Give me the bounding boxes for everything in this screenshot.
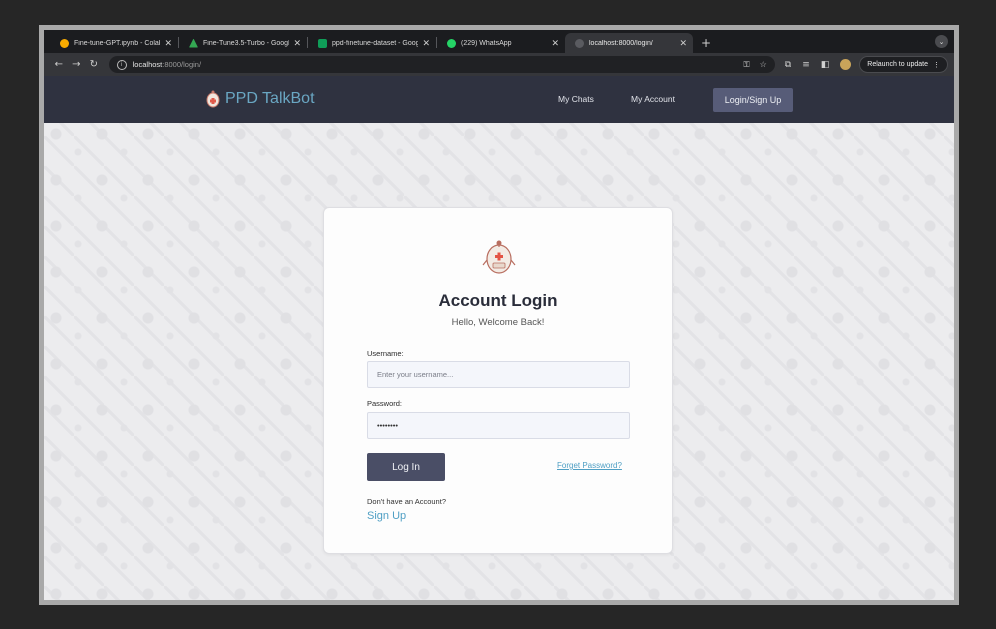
no-account-text: Don't have an Account? xyxy=(367,497,446,506)
tab-colab[interactable]: Fine-tune-GPT.ipynb - Colab ✕ xyxy=(50,33,178,53)
robot-logo-icon xyxy=(206,90,220,108)
username-input[interactable] xyxy=(367,361,630,388)
tab-title: (229) WhatsApp xyxy=(461,39,512,47)
tab-sheets[interactable]: ppd-finetune-dataset - Goog ✕ xyxy=(308,33,436,53)
brand[interactable]: PPD TalkBot xyxy=(206,90,315,108)
page-viewport: PPD TalkBot My Chats My Account Login/Si… xyxy=(44,76,954,600)
site-info-icon[interactable]: i xyxy=(116,59,127,70)
brand-name: PPD TalkBot xyxy=(225,90,315,107)
username-label: Username: xyxy=(367,349,404,358)
app-navbar: PPD TalkBot My Chats My Account Login/Si… xyxy=(44,76,954,123)
drive-icon xyxy=(189,38,198,48)
tab-title: Fine-tune-GPT.ipynb - Colab xyxy=(74,39,161,47)
new-tab-button[interactable]: + xyxy=(701,36,711,50)
password-label: Password: xyxy=(367,399,403,408)
more-vert-icon: ⋮ xyxy=(933,61,940,69)
star-icon[interactable]: ☆ xyxy=(760,60,767,70)
extensions-icon[interactable]: ⧉ xyxy=(785,60,791,70)
tab-title: ppd-finetune-dataset - Goog xyxy=(332,39,419,47)
whatsapp-icon xyxy=(447,38,456,48)
browser-window: Fine-tune-GPT.ipynb - Colab ✕ Fine-Tune3… xyxy=(44,30,954,600)
sign-up-link[interactable]: Sign Up xyxy=(367,510,406,522)
forgot-password-link[interactable]: Forget Password? xyxy=(557,461,622,470)
tab-title: Fine-Tune3.5-Turbo - Google xyxy=(203,39,290,47)
close-icon[interactable]: ✕ xyxy=(679,38,687,49)
reload-icon[interactable]: ↻ xyxy=(85,59,103,70)
profile-avatar-icon[interactable] xyxy=(840,59,852,70)
forward-arrow-icon[interactable]: → xyxy=(68,59,86,70)
tab-whatsapp[interactable]: (229) WhatsApp ✕ xyxy=(437,33,565,53)
close-icon[interactable]: ✕ xyxy=(551,38,559,49)
nav-my-chats[interactable]: My Chats xyxy=(558,94,594,104)
tab-strip: Fine-tune-GPT.ipynb - Colab ✕ Fine-Tune3… xyxy=(44,30,954,53)
tab-title: localhost:8000/login/ xyxy=(589,39,653,47)
login-signup-button[interactable]: Login/Sign Up xyxy=(713,88,793,112)
address-bar[interactable]: i localhost:8000/login/ ⚿ ☆ xyxy=(108,56,775,73)
page-title: Account Login xyxy=(438,291,558,310)
page-subtitle: Hello, Welcome Back! xyxy=(451,317,545,328)
tab-drive[interactable]: Fine-Tune3.5-Turbo - Google ✕ xyxy=(179,33,307,53)
colab-icon xyxy=(60,38,69,48)
globe-icon xyxy=(575,38,584,48)
nav-my-account[interactable]: My Account xyxy=(631,94,675,104)
relaunch-button[interactable]: Relaunch to update ⋮ xyxy=(859,56,948,73)
login-card: Account Login Hello, Welcome Back! Usern… xyxy=(323,207,673,554)
robot-logo-icon xyxy=(482,240,516,274)
back-arrow-icon[interactable]: ← xyxy=(50,59,68,70)
browser-toolbar: ← → ↻ i localhost:8000/login/ ⚿ ☆ ⧉ ≡ ◧ … xyxy=(44,53,954,76)
close-icon[interactable]: ✕ xyxy=(164,38,172,49)
close-icon[interactable]: ✕ xyxy=(293,38,301,49)
url-host: localhost xyxy=(132,60,163,69)
password-key-icon[interactable]: ⚿ xyxy=(744,60,750,70)
tab-localhost-login[interactable]: localhost:8000/login/ ✕ xyxy=(565,33,693,53)
media-icon[interactable]: ≡ xyxy=(802,60,810,70)
relaunch-label: Relaunch to update xyxy=(867,61,928,68)
password-input[interactable] xyxy=(367,412,630,439)
chevron-down-icon[interactable]: ⌄ xyxy=(935,35,948,48)
url-path: :8000/login/ xyxy=(162,60,202,69)
sheets-icon xyxy=(318,38,327,48)
side-panel-icon[interactable]: ◧ xyxy=(821,60,830,70)
close-icon[interactable]: ✕ xyxy=(422,38,430,49)
log-in-button[interactable]: Log In xyxy=(367,453,445,481)
